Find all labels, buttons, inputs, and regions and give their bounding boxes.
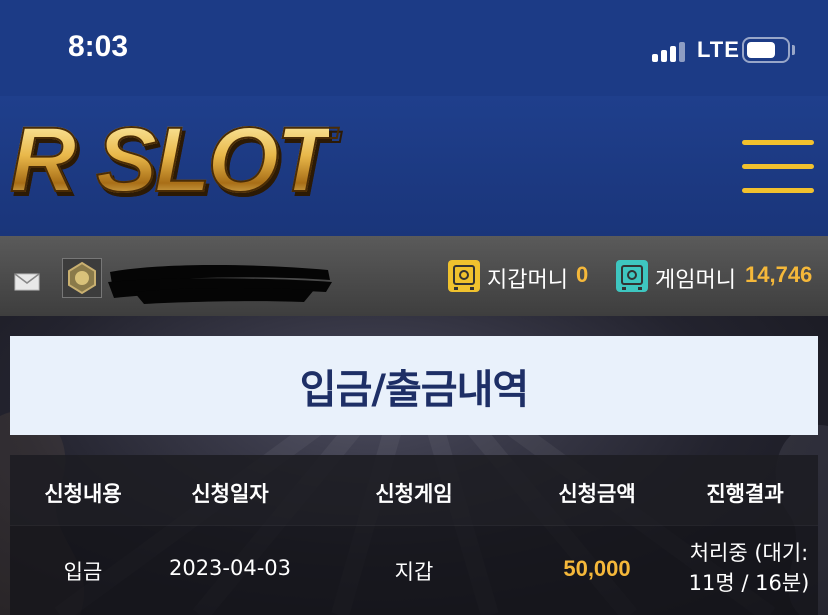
rank-badge-icon <box>62 258 102 298</box>
wallet-money-label: 지갑머니 <box>487 268 568 293</box>
mail-icon[interactable] <box>14 273 40 291</box>
status-bar: 8:03 LTE <box>0 0 828 96</box>
header-request-date: 신청일자 <box>191 482 269 506</box>
header-result: 진행결과 <box>706 482 784 506</box>
redacted-username <box>108 265 332 304</box>
network-label: LTE <box>697 37 740 62</box>
game-safe-icon <box>616 260 648 292</box>
wallet-safe-icon <box>448 260 480 292</box>
row-result: 처리중 (대기: 11명 / 16분) <box>680 538 818 598</box>
header-request-game: 신청게임 <box>375 482 453 506</box>
row-request-type: 입금 <box>63 560 103 584</box>
game-money-label: 게임머니 <box>655 268 736 293</box>
status-time: 8:03 <box>68 30 129 63</box>
row-result-line2: 11명 / 16분) <box>688 571 810 595</box>
header-request-type: 신청내용 <box>44 482 122 506</box>
game-money-value: 14,746 <box>745 262 813 287</box>
site-logo[interactable]: R SLOT <box>9 113 333 207</box>
page-title: 입금/출금내역 <box>299 366 529 413</box>
hamburger-menu-icon[interactable] <box>742 140 814 196</box>
signal-icon <box>652 40 688 62</box>
row-request-amount: 50,000 <box>563 556 631 581</box>
wallet-money-value: 0 <box>576 262 589 287</box>
battery-tip <box>792 45 795 55</box>
site-header: R SLOT <box>0 96 828 236</box>
battery-icon <box>742 37 790 63</box>
row-result-line1: 처리중 (대기: <box>689 541 809 565</box>
row-request-game: 지갑 <box>394 560 434 584</box>
page-title-box: 입금/출금내역 <box>10 336 818 435</box>
row-request-date: 2023-04-03 <box>168 556 292 580</box>
header-request-amount: 신청금액 <box>558 482 636 506</box>
